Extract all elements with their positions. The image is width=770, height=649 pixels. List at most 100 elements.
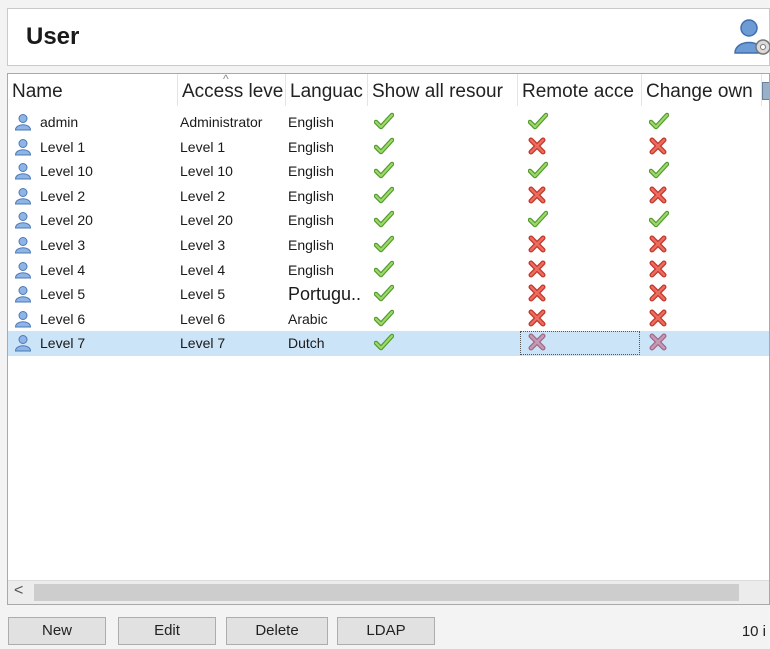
cell-show-all-resources[interactable] xyxy=(370,233,525,257)
cell-name: Level 2 xyxy=(12,184,177,208)
cross-icon xyxy=(649,235,667,257)
cell-name: Level 7 xyxy=(12,331,177,355)
ldap-button[interactable]: LDAP xyxy=(337,617,435,645)
table-row[interactable]: Level 20 Level 20 English xyxy=(8,208,769,233)
column-header-language[interactable]: Languac xyxy=(286,74,368,106)
cell-remote-access[interactable] xyxy=(520,110,642,134)
scrollbar-thumb[interactable] xyxy=(34,584,739,601)
cell-language: English xyxy=(288,138,334,155)
table-body: admin Administrator English Level 1 Level 1 E… xyxy=(8,110,769,356)
cell-show-all-resources[interactable] xyxy=(370,208,525,232)
cell-remote-access[interactable] xyxy=(520,135,642,159)
cell-remote-access[interactable] xyxy=(520,233,642,257)
cell-language: English xyxy=(288,163,334,180)
cell-remote-access[interactable] xyxy=(520,258,642,282)
scroll-left-icon[interactable]: < xyxy=(14,582,23,600)
cell-show-all-resources[interactable] xyxy=(370,135,525,159)
cell-show-all-resources[interactable] xyxy=(370,282,525,306)
cross-icon xyxy=(528,309,546,331)
cross-icon xyxy=(528,137,546,159)
cell-remote-access[interactable] xyxy=(520,307,642,331)
item-count: 10 i xyxy=(741,623,766,640)
cell-change-own[interactable] xyxy=(644,110,769,134)
users-table: Name Access leve ^ Languac Show all reso… xyxy=(7,73,770,605)
cell-change-own[interactable] xyxy=(644,331,769,355)
column-header-name[interactable]: Name xyxy=(8,74,178,106)
cell-change-own[interactable] xyxy=(644,208,769,232)
column-header-access-level[interactable]: Access leve xyxy=(178,74,286,106)
cross-icon xyxy=(649,284,667,306)
table-row[interactable]: Level 7 Level 7 Dutch xyxy=(8,331,769,356)
cell-change-own[interactable] xyxy=(644,233,769,257)
cell-change-own[interactable] xyxy=(644,159,769,183)
cell-language: Dutch xyxy=(288,335,325,352)
check-icon xyxy=(648,210,670,232)
cell-language: Portugu.. xyxy=(288,284,362,305)
cell-change-own[interactable] xyxy=(644,184,769,208)
edit-button[interactable]: Edit xyxy=(118,617,216,645)
check-icon xyxy=(373,235,395,257)
table-row[interactable]: Level 2 Level 2 English xyxy=(8,184,769,209)
column-header-remote-access[interactable]: Remote acce xyxy=(518,74,642,106)
cross-icon xyxy=(649,137,667,159)
check-icon xyxy=(373,161,395,183)
horizontal-scrollbar[interactable]: < xyxy=(8,580,769,604)
cell-change-own[interactable] xyxy=(644,135,769,159)
cell-name: Level 5 xyxy=(12,282,177,306)
user-icon xyxy=(14,211,32,232)
title-bar: User xyxy=(7,8,770,66)
focused-cell-outline xyxy=(520,331,640,356)
cell-change-own[interactable] xyxy=(644,307,769,331)
new-button[interactable]: New xyxy=(8,617,106,645)
check-icon xyxy=(373,137,395,159)
delete-button[interactable]: Delete xyxy=(226,617,328,645)
user-icon xyxy=(14,187,32,208)
cross-icon xyxy=(649,260,667,282)
user-icon xyxy=(14,113,32,134)
table-row[interactable]: Level 5 Level 5 Portugu.. xyxy=(8,282,769,307)
cross-icon xyxy=(528,260,546,282)
cell-remote-access[interactable] xyxy=(520,159,642,183)
cell-language: Arabic xyxy=(288,310,328,327)
user-icon xyxy=(14,138,32,159)
cross-icon xyxy=(649,309,667,331)
footer-toolbar: New Edit Delete LDAP 10 i xyxy=(0,610,770,649)
table-row[interactable]: Level 1 Level 1 English xyxy=(8,135,769,160)
cross-icon xyxy=(528,235,546,257)
cell-show-all-resources[interactable] xyxy=(370,184,525,208)
table-row[interactable]: Level 6 Level 6 Arabic xyxy=(8,307,769,332)
table-row[interactable]: Level 10 Level 10 English xyxy=(8,159,769,184)
table-row[interactable]: Level 4 Level 4 English xyxy=(8,258,769,283)
cell-show-all-resources[interactable] xyxy=(370,258,525,282)
cell-language: English xyxy=(288,261,334,278)
cell-show-all-resources[interactable] xyxy=(370,110,525,134)
column-header-change-own[interactable]: Change own xyxy=(642,74,762,106)
cell-access-level: Level 5 xyxy=(180,286,226,303)
cell-show-all-resources[interactable] xyxy=(370,307,525,331)
cell-name: Level 1 xyxy=(12,135,177,159)
user-name: Level 10 xyxy=(40,163,93,180)
cell-remote-access[interactable] xyxy=(520,282,642,306)
cell-name: Level 20 xyxy=(12,208,177,232)
table-row[interactable]: Level 3 Level 3 English xyxy=(8,233,769,258)
cell-change-own[interactable] xyxy=(644,282,769,306)
cell-language: English xyxy=(288,212,334,229)
cross-icon xyxy=(649,333,667,355)
check-icon xyxy=(373,333,395,355)
cell-show-all-resources[interactable] xyxy=(370,159,525,183)
cell-remote-access[interactable] xyxy=(520,208,642,232)
cell-name: Level 10 xyxy=(12,159,177,183)
cell-change-own[interactable] xyxy=(644,258,769,282)
check-icon xyxy=(648,161,670,183)
cell-remote-access[interactable] xyxy=(520,184,642,208)
column-header-show-all-resources[interactable]: Show all resour xyxy=(368,74,518,106)
column-chooser-icon[interactable] xyxy=(762,82,769,100)
user-settings-icon[interactable] xyxy=(731,17,770,62)
cell-access-level: Level 20 xyxy=(180,212,233,229)
user-name: Level 3 xyxy=(40,236,86,253)
cell-show-all-resources[interactable] xyxy=(370,331,525,355)
table-row[interactable]: admin Administrator English xyxy=(8,110,769,135)
cell-name: admin xyxy=(12,110,177,134)
check-icon xyxy=(527,112,549,134)
cell-access-level: Level 10 xyxy=(180,163,233,180)
